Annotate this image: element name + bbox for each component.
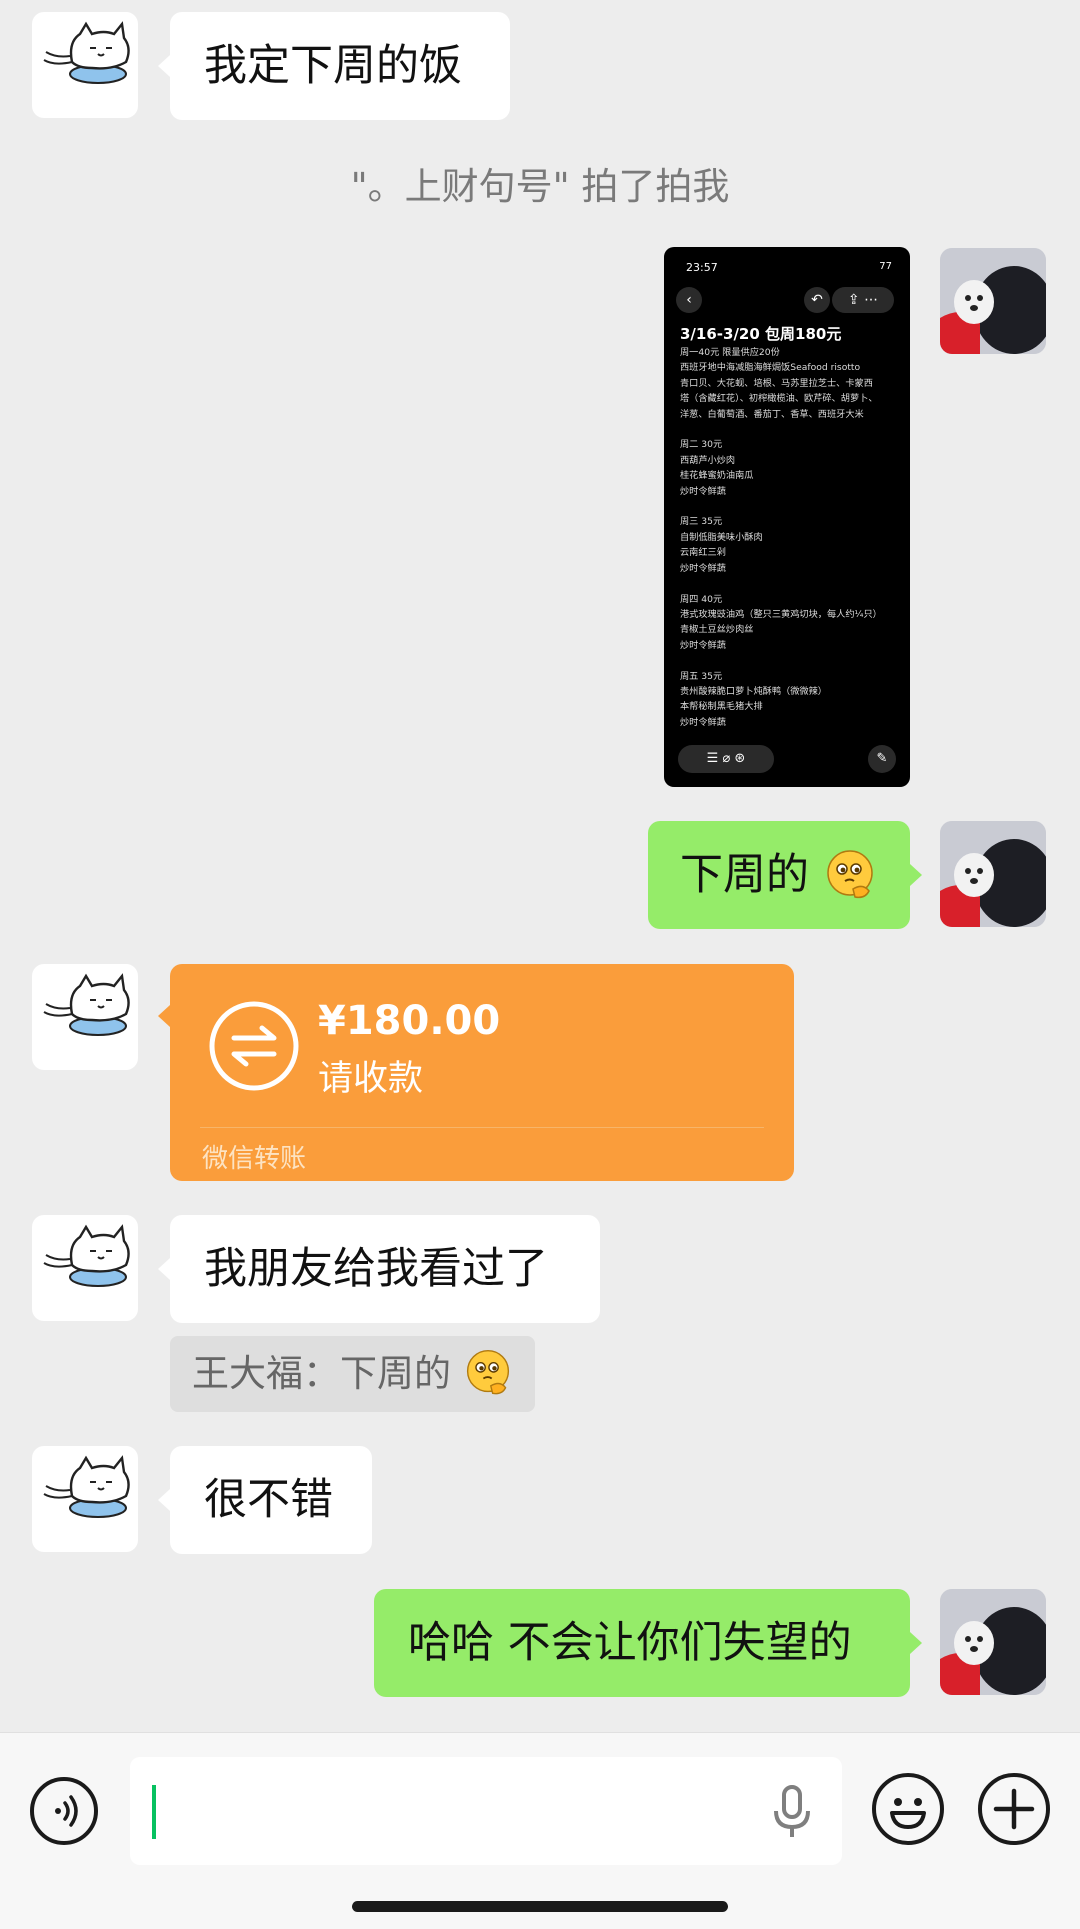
undo-icon: ↶ [804,287,830,313]
bubble-tail [158,1258,170,1280]
quote-text: 王大福：下周的 [192,1352,451,1395]
transfer-arrows-icon [209,1001,299,1091]
shared-screenshot-image[interactable]: 23:57 77 ‹ ↶ ⇪ ⋯ 3/16-3/20 包周180元 周一40元 … [664,247,910,787]
bubble-tail [910,864,922,886]
home-indicator[interactable] [352,1901,728,1912]
cat-avatar-icon [43,973,130,1036]
my-avatar[interactable] [940,248,1046,354]
message-input[interactable] [130,1757,842,1865]
contact-avatar[interactable] [32,12,138,118]
quoted-reply[interactable]: 王大福：下周的 [170,1336,535,1412]
cat-avatar-icon [43,1224,130,1287]
my-avatar[interactable] [940,1589,1046,1695]
plus-icon [993,1788,1035,1830]
back-icon: ‹ [676,287,702,313]
screenshot-menu-text: 周一40元 限量供应20份 西班牙地中海减脂海鲜焗饭Seafood risott… [680,347,882,728]
message-text: 下周的 [680,850,809,900]
screenshot-battery: 77 [879,261,892,272]
compose-icon: ✎ [868,745,896,773]
screenshot-status-time: 23:57 [686,261,718,274]
screenshot-toolbar: ☰ ⌀ ⊛ ✎ [678,745,896,773]
message-bubble[interactable]: 哈哈 不会让你们失望的 [374,1589,910,1697]
contact-avatar[interactable] [32,964,138,1070]
text-cursor [152,1785,156,1839]
microphone-icon[interactable] [770,1785,814,1841]
voice-icon [55,1795,78,1827]
divider [200,1127,764,1128]
more-actions-button[interactable] [978,1773,1050,1845]
message-bubble[interactable]: 我朋友给我看过了 [170,1215,600,1323]
thinking-emoji [466,1349,509,1394]
share-more-icon: ⇪ ⋯ [832,287,894,313]
emoji-button[interactable] [872,1773,944,1845]
transfer-label: 微信转账 [202,1144,307,1174]
bubble-tail [158,1005,170,1027]
dog-photo-avatar [940,1589,1046,1695]
transfer-amount: ¥180.00 [318,998,501,1044]
voice-button[interactable] [30,1777,98,1845]
contact-avatar[interactable] [32,1446,138,1552]
message-text: 哈哈 不会让你们失望的 [408,1618,852,1668]
message-bubble[interactable]: 很不错 [170,1446,372,1554]
message-bubble[interactable]: 下周的 [648,821,910,929]
transfer-status: 请收款 [318,1059,424,1099]
wechat-transfer-card[interactable]: ¥180.00 请收款 微信转账 [170,964,794,1181]
contact-avatar[interactable] [32,1215,138,1321]
bubble-tail [910,1632,922,1654]
dog-photo-avatar [940,248,1046,354]
my-avatar[interactable] [940,821,1046,927]
thinking-emoji [826,849,873,898]
screenshot-title: 3/16-3/20 包周180元 [680,325,842,343]
chat-input-bar [0,1732,1080,1929]
cat-avatar-icon [43,21,130,84]
checklist-attach-icon: ☰ ⌀ ⊛ [678,745,774,773]
message-bubble[interactable]: 我定下周的饭 [170,12,510,120]
dog-photo-avatar [940,821,1046,927]
message-text: 我定下周的饭 [204,41,462,91]
emoji-face-icon [890,1798,926,1829]
cat-avatar-icon [43,1455,130,1518]
bubble-tail [158,55,170,77]
bubble-tail [158,1489,170,1511]
message-text: 很不错 [204,1475,333,1525]
pat-notification: "。上财句号" 拍了拍我 [350,165,730,208]
message-text: 我朋友给我看过了 [204,1244,548,1294]
